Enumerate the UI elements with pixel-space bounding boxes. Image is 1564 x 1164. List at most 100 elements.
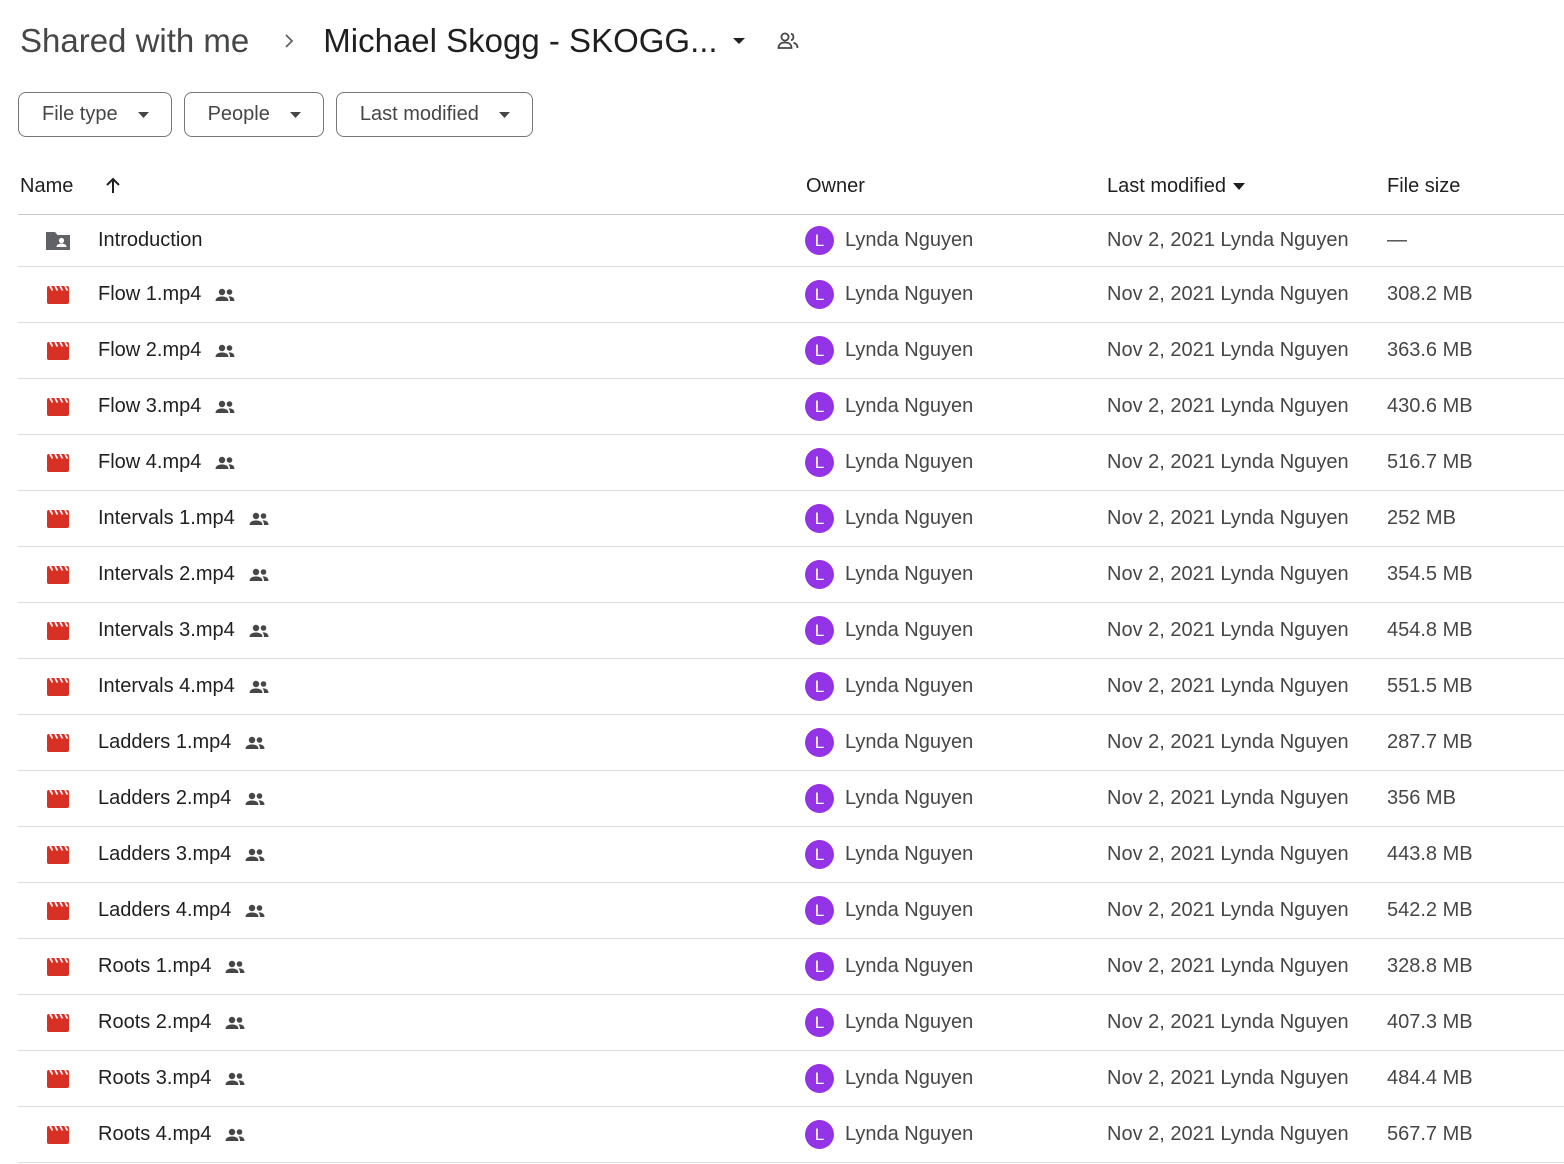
table-row[interactable]: Intervals 4.mp4 L Lynda Nguyen Nov 2, 2021 … [18,659,1564,715]
video-file-icon [44,1067,72,1091]
owner-cell: L Lynda Nguyen [805,1064,973,1093]
avatar[interactable]: L [805,1008,834,1037]
last-modified-cell: Nov 2, 2021 Lynda Nguyen [1107,619,1349,641]
file-name: Roots 1.mp4 [98,955,212,977]
table-row[interactable]: Flow 2.mp4 L Lynda Nguyen Nov 2, 2021 Lynda… [18,323,1564,379]
owner-cell: L Lynda Nguyen [805,728,973,757]
owner-cell: L Lynda Nguyen [805,1120,973,1149]
column-label-last-modified: Last modified [1107,174,1226,197]
caret-down-icon [137,111,149,118]
file-size-cell: — [1387,229,1407,251]
table-row[interactable]: Roots 4.mp4 L Lynda Nguyen Nov 2, 2021 Lynd… [18,1107,1564,1163]
file-name: Ladders 3.mp4 [98,843,232,865]
table-row[interactable]: Intervals 2.mp4 L Lynda Nguyen Nov 2, 2021 … [18,547,1564,603]
avatar[interactable]: L [805,952,834,981]
file-size-cell: 252 MB [1387,507,1456,529]
table-row[interactable]: Roots 3.mp4 L Lynda Nguyen Nov 2, 2021 Lynd… [18,1051,1564,1107]
table-row[interactable]: Ladders 1.mp4 L Lynda Nguyen Nov 2, 2021 Ly… [18,715,1564,771]
owner-name: Lynda Nguyen [845,619,974,641]
shared-people-icon [223,1067,247,1091]
table-row[interactable]: Roots 2.mp4 L Lynda Nguyen Nov 2, 2021 Lynd… [18,995,1564,1051]
avatar[interactable]: L [805,560,834,589]
video-file-icon [44,675,72,699]
chip-label: People [207,103,270,125]
drive-app: Shared with me Michael Skogg - SKOGG... … [0,0,1564,1164]
file-name-cell: Flow 1.mp4 [98,283,237,307]
last-modified-cell: Nov 2, 2021 Lynda Nguyen [1107,339,1349,361]
table-row[interactable]: Flow 4.mp4 L Lynda Nguyen Nov 2, 2021 Lynda… [18,435,1564,491]
table-row[interactable]: Ladders 2.mp4 L Lynda Nguyen Nov 2, 2021 Ly… [18,771,1564,827]
table-row[interactable]: Ladders 4.mp4 L Lynda Nguyen Nov 2, 2021 Ly… [18,883,1564,939]
last-modified-cell: Nov 2, 2021 Lynda Nguyen [1107,229,1349,251]
table-row[interactable]: Intervals 1.mp4 L Lynda Nguyen Nov 2, 2021 … [18,491,1564,547]
table-row[interactable]: Ladders 3.mp4 L Lynda Nguyen Nov 2, 2021 Ly… [18,827,1564,883]
owner-cell: L Lynda Nguyen [805,1008,973,1037]
avatar[interactable]: L [805,728,834,757]
video-file-icon [44,787,72,811]
file-size-cell: 287.7 MB [1387,731,1473,753]
chip-label: Last modified [359,103,479,125]
column-header-file-size: File size [1387,174,1461,197]
file-name: Introduction [98,229,203,251]
file-size-cell: 363.6 MB [1387,339,1473,361]
last-modified-cell: Nov 2, 2021 Lynda Nguyen [1107,731,1349,753]
owner-cell: L Lynda Nguyen [805,840,973,869]
avatar[interactable]: L [805,840,834,869]
table-row[interactable]: Flow 3.mp4 L Lynda Nguyen Nov 2, 2021 Lynda… [18,379,1564,435]
owner-name: Lynda Nguyen [845,899,974,921]
file-size-cell: 516.7 MB [1387,451,1473,473]
table-row[interactable]: Introduction L Lynda Nguyen Nov 2, 2021 Lyn… [18,215,1564,267]
video-file-icon [44,843,72,867]
filter-last-modified[interactable]: Last modified [335,92,533,137]
file-name-cell: Ladders 4.mp4 [98,899,267,923]
file-name: Flow 4.mp4 [98,451,202,473]
last-modified-cell: Nov 2, 2021 Lynda Nguyen [1107,899,1349,921]
file-name: Roots 3.mp4 [98,1067,212,1089]
file-size-cell: 328.8 MB [1387,955,1473,977]
avatar[interactable]: L [805,1120,834,1149]
shared-people-icon [223,955,247,979]
owner-name: Lynda Nguyen [845,507,974,529]
table-row[interactable]: Intervals 3.mp4 L Lynda Nguyen Nov 2, 2021 … [18,603,1564,659]
owner-name: Lynda Nguyen [845,955,974,977]
filter-people[interactable]: People [183,92,324,137]
avatar[interactable]: L [805,392,834,421]
filter-file-type[interactable]: File type [18,92,172,137]
file-name-cell: Ladders 3.mp4 [98,843,267,867]
file-name-cell: Roots 1.mp4 [98,955,247,979]
shared-people-icon [223,1123,247,1147]
video-file-icon [44,619,72,643]
shared-people-icon[interactable] [776,29,800,53]
avatar[interactable]: L [805,672,834,701]
breadcrumb-shared-with-me[interactable]: Shared with me [18,18,251,64]
video-file-icon [44,451,72,475]
avatar[interactable]: L [805,448,834,477]
owner-cell: L Lynda Nguyen [805,336,973,365]
table-row[interactable]: Roots 1.mp4 L Lynda Nguyen Nov 2, 2021 Lynd… [18,939,1564,995]
file-size-cell: 430.6 MB [1387,395,1473,417]
avatar[interactable]: L [805,1064,834,1093]
file-name: Ladders 2.mp4 [98,787,232,809]
avatar[interactable]: L [805,226,834,255]
file-size-cell: 443.8 MB [1387,843,1473,865]
breadcrumb: Shared with me Michael Skogg - SKOGG... [18,18,800,64]
arrow-up-icon[interactable] [103,176,123,196]
avatar[interactable]: L [805,504,834,533]
avatar[interactable]: L [805,616,834,645]
caret-down-icon[interactable] [732,36,746,46]
table-row[interactable]: Flow 1.mp4 L Lynda Nguyen Nov 2, 2021 Lynda… [18,267,1564,323]
shared-folder-icon [44,229,72,253]
avatar[interactable]: L [805,896,834,925]
avatar[interactable]: L [805,784,834,813]
owner-cell: L Lynda Nguyen [805,560,973,589]
breadcrumb-current-folder[interactable]: Michael Skogg - SKOGG... [323,18,717,64]
last-modified-cell: Nov 2, 2021 Lynda Nguyen [1107,955,1349,977]
shared-people-icon [247,675,271,699]
avatar[interactable]: L [805,336,834,365]
owner-cell: L Lynda Nguyen [805,672,973,701]
column-header-last-modified[interactable]: Last modified [1107,175,1245,198]
owner-cell: L Lynda Nguyen [805,280,973,309]
column-header-name[interactable]: Name [20,175,123,198]
video-file-icon [44,1123,72,1147]
avatar[interactable]: L [805,280,834,309]
